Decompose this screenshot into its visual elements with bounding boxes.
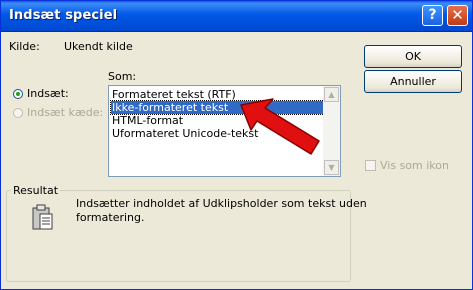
clipboard-icon: [32, 204, 53, 230]
result-title: Resultat: [11, 184, 61, 197]
paste-link-radio-label[interactable]: Indsæt kæde:: [27, 106, 103, 119]
red-arrow-annotation-icon: [240, 98, 320, 155]
cancel-button[interactable]: Annuller: [364, 70, 462, 93]
help-button[interactable]: ?: [422, 5, 443, 26]
paste-radio-button[interactable]: [13, 89, 23, 99]
title-bar[interactable]: Indsæt speciel ? ✕: [1, 1, 472, 32]
display-as-icon-label[interactable]: Vis som ikon: [380, 159, 449, 172]
list-scrollbar[interactable]: ▲ ▼: [323, 86, 340, 176]
close-button[interactable]: ✕: [447, 5, 468, 26]
source-label: Kilde:: [9, 40, 40, 53]
ok-button[interactable]: OK: [364, 45, 462, 68]
window-title: Indsæt speciel: [9, 8, 118, 23]
scroll-up-icon[interactable]: ▲: [324, 87, 339, 102]
result-text-line2: formatering.: [76, 211, 145, 224]
paste-link-radio-button[interactable]: [13, 108, 23, 118]
result-text-line1: Indsætter indholdet af Udklipsholder som…: [76, 197, 367, 210]
display-as-icon-box[interactable]: [365, 160, 376, 171]
as-label: Som:: [108, 70, 137, 83]
scroll-down-icon[interactable]: ▼: [324, 160, 339, 175]
list-item[interactable]: HTML-format: [111, 114, 184, 127]
paste-radio-label[interactable]: Indsæt:: [27, 87, 69, 100]
source-value: Ukendt kilde: [64, 40, 133, 53]
help-icon: ?: [428, 7, 437, 23]
list-item[interactable]: Formateret tekst (RTF): [111, 88, 237, 101]
close-icon: ✕: [451, 6, 464, 24]
paste-special-dialog: Indsæt speciel ? ✕ Kilde: Ukendt kilde S…: [0, 0, 473, 290]
